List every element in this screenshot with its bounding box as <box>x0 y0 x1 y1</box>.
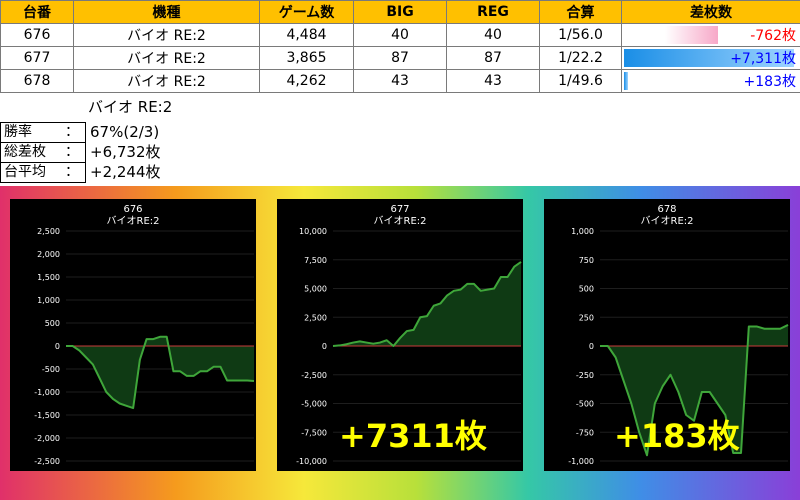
chart-panel-677: 677 バイオRE:2 10,000 7,500 5,000 2,500 0 -2,500 -5… <box>277 199 523 471</box>
y-tick-label: -250 <box>576 371 594 380</box>
y-tick-label: 2,000 <box>37 250 60 259</box>
chart-title: 676 <box>123 204 142 215</box>
cell-diff: +7,311枚 <box>621 46 800 70</box>
y-tick-label: -2,000 <box>34 434 60 443</box>
cell-combined: 1/49.6 <box>539 69 622 93</box>
y-tick-label: 2,500 <box>37 227 60 236</box>
cell-reg: 87 <box>446 46 540 70</box>
chart-676: 676バイオRE:2 2,500 2,000 1,500 1,000 500 0 -500 -1… <box>34 204 255 466</box>
chart-subtitle: バイオRE:2 <box>641 215 694 227</box>
y-tick-label: 0 <box>55 342 60 351</box>
y-tick-label: -500 <box>576 400 594 409</box>
y-tick-label: 7,500 <box>304 256 327 265</box>
summary-title: バイオ RE:2 <box>88 98 173 116</box>
total-diff-value: +6,732枚 <box>90 143 161 161</box>
y-tick-label: 500 <box>45 319 60 328</box>
colon: ： <box>65 164 79 180</box>
y-tick-label: -1,000 <box>568 457 594 466</box>
header-combined: 合算 <box>539 0 622 24</box>
area-fill <box>333 261 521 346</box>
cell-combined: 1/56.0 <box>539 23 622 47</box>
y-tick-label: -5,000 <box>301 400 327 409</box>
header-number: 台番 <box>0 0 74 24</box>
table-row: 677 バイオ RE:2 3,865 87 87 1/22.2 +7,311枚 <box>0 46 800 70</box>
cell-combined: 1/22.2 <box>539 46 622 70</box>
header-big: BIG <box>353 0 447 24</box>
y-tick-label: -2,500 <box>301 371 327 380</box>
colon: ： <box>65 144 79 160</box>
y-tick-label: -7,500 <box>301 428 327 437</box>
cell-big: 40 <box>353 23 447 47</box>
y-tick-label: 0 <box>589 342 594 351</box>
y-tick-label: 1,000 <box>37 296 60 305</box>
y-tick-label: 0 <box>322 342 327 351</box>
colon: ： <box>65 124 79 140</box>
table-row: 676 バイオ RE:2 4,484 40 40 1/56.0 -762枚 <box>0 23 800 47</box>
chart-overlay-label: +7311枚 <box>339 417 487 455</box>
y-tick-label: -2,500 <box>34 457 60 466</box>
cell-machine: バイオ RE:2 <box>73 46 260 70</box>
avg-value: +2,244枚 <box>90 163 161 181</box>
y-tick-label: 750 <box>579 256 594 265</box>
diff-bar <box>665 26 718 44</box>
machine-table: 台番 機種 ゲーム数 BIG REG 合算 差枚数 676 バイオ RE:2 4… <box>0 0 800 93</box>
cell-games: 4,484 <box>259 23 354 47</box>
y-tick-label: -500 <box>42 365 60 374</box>
win-rate-value: 67%(2/3) <box>90 123 160 141</box>
chart-overlay-label: +183枚 <box>614 417 740 455</box>
cell-reg: 43 <box>446 69 540 93</box>
y-tick-label: 500 <box>579 285 594 294</box>
summary-labels: 勝率 ： 総差枚 ： 台平均 ： <box>0 122 86 183</box>
header-machine: 機種 <box>73 0 260 24</box>
win-rate-label: 勝率 <box>4 124 32 140</box>
y-tick-label: 1,500 <box>37 273 60 282</box>
diff-bar <box>624 72 628 90</box>
summary-values: 67%(2/3) +6,732枚 +2,244枚 <box>90 122 161 182</box>
avg-label-row: 台平均 ： <box>1 163 85 182</box>
y-tick-label: 1,000 <box>571 227 594 236</box>
y-tick-label: 2,500 <box>304 313 327 322</box>
cell-number: 676 <box>0 23 74 47</box>
cell-games: 4,262 <box>259 69 354 93</box>
chart-title: 677 <box>390 204 409 215</box>
y-tick-label: 5,000 <box>304 285 327 294</box>
chart-subtitle: バイオRE:2 <box>107 215 160 227</box>
cell-number: 677 <box>0 46 74 70</box>
total-diff-label: 総差枚 <box>4 144 46 160</box>
header-reg: REG <box>446 0 540 24</box>
cell-big: 43 <box>353 69 447 93</box>
avg-label: 台平均 <box>4 164 46 180</box>
y-tick-label: 10,000 <box>299 227 327 236</box>
header-games: ゲーム数 <box>259 0 354 24</box>
cell-big: 87 <box>353 46 447 70</box>
cell-diff: +183枚 <box>621 69 800 93</box>
diff-value: +183枚 <box>743 74 796 90</box>
y-tick-label: -750 <box>576 428 594 437</box>
chart-panel-676: 676 バイオRE:2 2,500 2,000 1,500 1,000 500 0 -500 -1… <box>10 199 256 471</box>
table-header-row: 台番 機種 ゲーム数 BIG REG 合算 差枚数 <box>0 0 800 24</box>
chart-panel-678: 678 バイオRE:2 1,000 750 500 250 0 -250 -500 -750 -1,… <box>544 199 790 471</box>
cell-machine: バイオ RE:2 <box>73 69 260 93</box>
chart-title: 678 <box>657 204 676 215</box>
cell-number: 678 <box>0 69 74 93</box>
y-tick-label: -1,000 <box>34 388 60 397</box>
header-diff: 差枚数 <box>621 0 800 24</box>
cell-diff: -762枚 <box>621 23 800 47</box>
diff-value: -762枚 <box>750 28 796 44</box>
y-tick-label: 250 <box>579 313 594 322</box>
cell-reg: 40 <box>446 23 540 47</box>
y-tick-label: -10,000 <box>296 457 327 466</box>
total-diff-label-row: 総差枚 ： <box>1 143 85 163</box>
win-rate-label-row: 勝率 ： <box>1 123 85 143</box>
chart-subtitle: バイオRE:2 <box>374 215 427 227</box>
y-tick-label: -1,500 <box>34 411 60 420</box>
cell-machine: バイオ RE:2 <box>73 23 260 47</box>
diff-value: +7,311枚 <box>730 51 796 67</box>
cell-games: 3,865 <box>259 46 354 70</box>
table-row: 678 バイオ RE:2 4,262 43 43 1/49.6 +183枚 <box>0 69 800 93</box>
area-fill <box>66 336 254 409</box>
